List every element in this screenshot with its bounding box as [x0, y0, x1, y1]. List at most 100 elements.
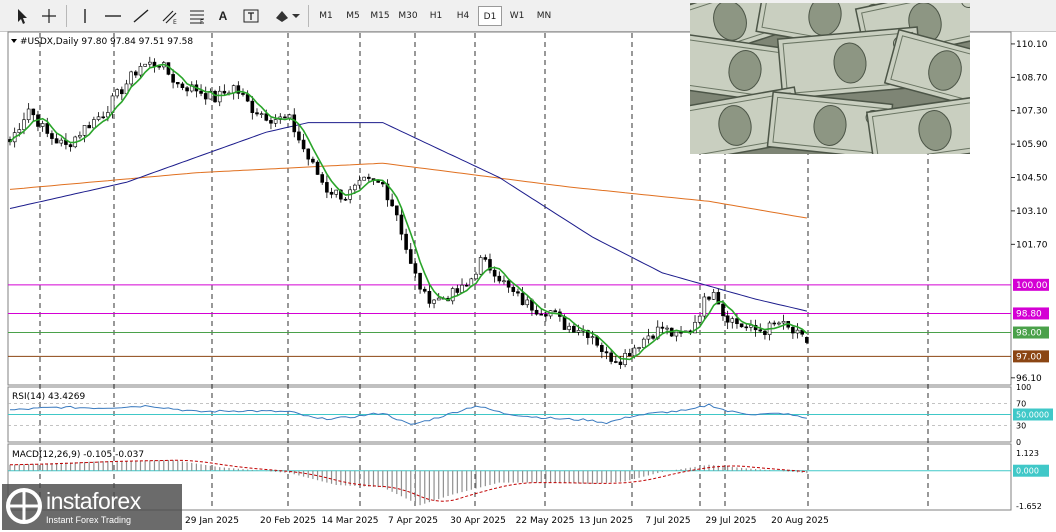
candle-body	[301, 139, 306, 150]
candle-body	[707, 296, 711, 300]
candle-body	[273, 119, 278, 124]
logo-mark-icon	[6, 488, 42, 524]
candle-body	[54, 138, 59, 144]
candle-body	[674, 331, 679, 337]
x-tick-label: 22 May 2025	[516, 516, 575, 526]
logo-tagline: Instant Forex Trading	[46, 515, 132, 525]
candle-body	[320, 174, 325, 183]
candle-body	[306, 148, 311, 160]
candle-body	[539, 313, 544, 316]
level-price-label: 100.00	[1016, 281, 1048, 291]
candle-body	[544, 314, 548, 317]
candle-body	[31, 108, 36, 116]
candle-body	[781, 321, 786, 324]
candle-body	[283, 116, 287, 119]
candle-body	[590, 336, 595, 339]
candle-body	[45, 123, 50, 134]
candle-body	[92, 119, 96, 129]
candle-body	[777, 322, 781, 325]
candle-body	[450, 288, 455, 302]
candle-body	[739, 323, 744, 328]
x-tick-label: 29 Jan 2025	[185, 516, 239, 526]
candle-body	[627, 353, 632, 357]
x-tick-label: 7 Jul 2025	[645, 516, 690, 526]
candle-body	[217, 90, 222, 103]
candle-body	[241, 93, 245, 95]
candle-body	[758, 329, 763, 332]
candle-body	[408, 249, 413, 264]
candle-body	[171, 74, 175, 83]
candle-body	[138, 66, 143, 76]
candle-body	[534, 309, 539, 315]
candle-body	[572, 325, 576, 333]
candle-body	[763, 330, 767, 335]
candle-body	[711, 292, 716, 300]
candle-body	[511, 286, 516, 292]
candle-body	[68, 144, 73, 148]
candle-body	[22, 119, 26, 130]
candle-body	[553, 310, 558, 313]
candle-body	[334, 189, 339, 195]
candle-body	[604, 351, 609, 354]
candle-body	[222, 90, 227, 94]
candle-body	[795, 329, 800, 334]
chart-symbol-header: #USDX,Daily 97.80 97.84 97.51 97.58	[20, 37, 193, 47]
candle-body	[199, 90, 203, 94]
candle-body	[367, 176, 371, 179]
candle-body	[502, 280, 506, 283]
candle-body	[725, 315, 730, 323]
candle-body	[250, 100, 255, 113]
candle-body	[483, 257, 488, 260]
candle-body	[702, 296, 707, 317]
candle-body	[325, 182, 329, 193]
candle-body	[357, 179, 362, 186]
candle-body	[660, 326, 665, 329]
y-tick-label: 105.90	[1016, 140, 1048, 150]
candle-body	[413, 263, 418, 274]
candle-body	[115, 89, 119, 97]
candle-body	[134, 71, 138, 76]
x-tick-label: 20 Aug 2025	[771, 516, 829, 526]
candle-body	[143, 63, 147, 67]
candle-body	[609, 352, 613, 362]
candle-body	[600, 344, 604, 352]
candle-body	[17, 129, 22, 133]
level-price-label: 98.00	[1016, 329, 1042, 339]
candle-body	[343, 198, 348, 201]
candle-body	[82, 125, 87, 136]
candle-body	[329, 191, 334, 195]
candle-body	[520, 292, 525, 306]
macd-tick-label: 1.123	[1016, 449, 1039, 458]
candle-body	[148, 61, 152, 65]
candle-body	[805, 336, 809, 343]
candle-body	[96, 116, 101, 120]
x-tick-label: 20 Feb 2025	[260, 516, 316, 526]
y-tick-label: 96.10	[1016, 374, 1042, 384]
macd-label: MACD(12,26,9) -0.105 -0.037	[12, 450, 144, 460]
candle-body	[641, 338, 646, 348]
rsi-tick-label: 100	[1016, 383, 1031, 392]
rsi-tick-label: 30	[1016, 422, 1026, 431]
candle-body	[259, 113, 264, 115]
candle-body	[418, 272, 422, 290]
candle-body	[506, 280, 511, 288]
candle-body	[245, 94, 250, 102]
level-price-label: 97.00	[1016, 352, 1042, 362]
candle-body	[40, 123, 45, 127]
rsi-tick-label: 70	[1016, 400, 1026, 409]
candle-body	[362, 176, 366, 181]
candle-body	[665, 327, 669, 330]
candle-body	[394, 205, 399, 216]
candle-body	[78, 135, 82, 138]
candle-body	[455, 288, 460, 293]
candle-body	[646, 335, 651, 340]
candle-body	[213, 91, 217, 103]
y-tick-label: 101.70	[1016, 240, 1048, 250]
y-tick-label: 107.30	[1016, 107, 1048, 117]
instaforex-logo: instaforex Instant Forex Trading	[6, 486, 181, 528]
candle-body	[460, 284, 464, 293]
candle-body	[651, 335, 655, 339]
rsi-tick-label: 50.0000	[1016, 411, 1049, 420]
candle-body	[390, 199, 394, 207]
candle-body	[311, 158, 315, 163]
